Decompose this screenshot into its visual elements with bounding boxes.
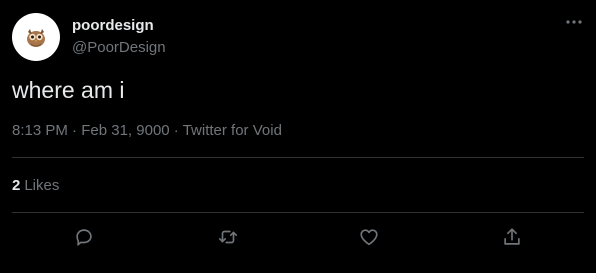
speech-bubble-icon	[76, 229, 92, 246]
tweet-card: poordesign @PoorDesign where am i 8:13 P…	[0, 0, 596, 273]
tweet-text: where am i	[12, 77, 125, 103]
display-name[interactable]: poordesign	[72, 17, 154, 34]
avatar[interactable]	[12, 13, 60, 61]
ellipsis-icon	[566, 20, 582, 24]
like-button[interactable]	[356, 224, 382, 250]
owl-avatar-icon	[27, 29, 45, 47]
likes-stat[interactable]: 2 Likes	[12, 177, 59, 194]
more-options-button[interactable]	[562, 12, 586, 32]
tweet-source-link[interactable]: Twitter for Void	[183, 122, 282, 139]
reply-button[interactable]	[71, 224, 97, 250]
retweet-button[interactable]	[215, 224, 241, 250]
likes-count: 2	[12, 177, 21, 194]
divider	[12, 157, 584, 158]
share-arrow-icon	[504, 228, 520, 245]
meta-separator: ·	[173, 122, 183, 139]
tweet-meta: 8:13 PM · Feb 31, 9000 · Twitter for Voi…	[12, 122, 282, 139]
tweet-time-link[interactable]: 8:13 PM	[12, 122, 68, 139]
heart-icon	[360, 229, 378, 246]
share-button[interactable]	[499, 224, 525, 250]
meta-separator: ·	[72, 122, 82, 139]
likes-label: Likes	[24, 177, 60, 194]
user-handle[interactable]: @PoorDesign	[72, 39, 166, 56]
tweet-date-link[interactable]: Feb 31, 9000	[81, 122, 169, 139]
retweet-arrows-icon	[218, 230, 238, 244]
divider	[12, 212, 584, 213]
